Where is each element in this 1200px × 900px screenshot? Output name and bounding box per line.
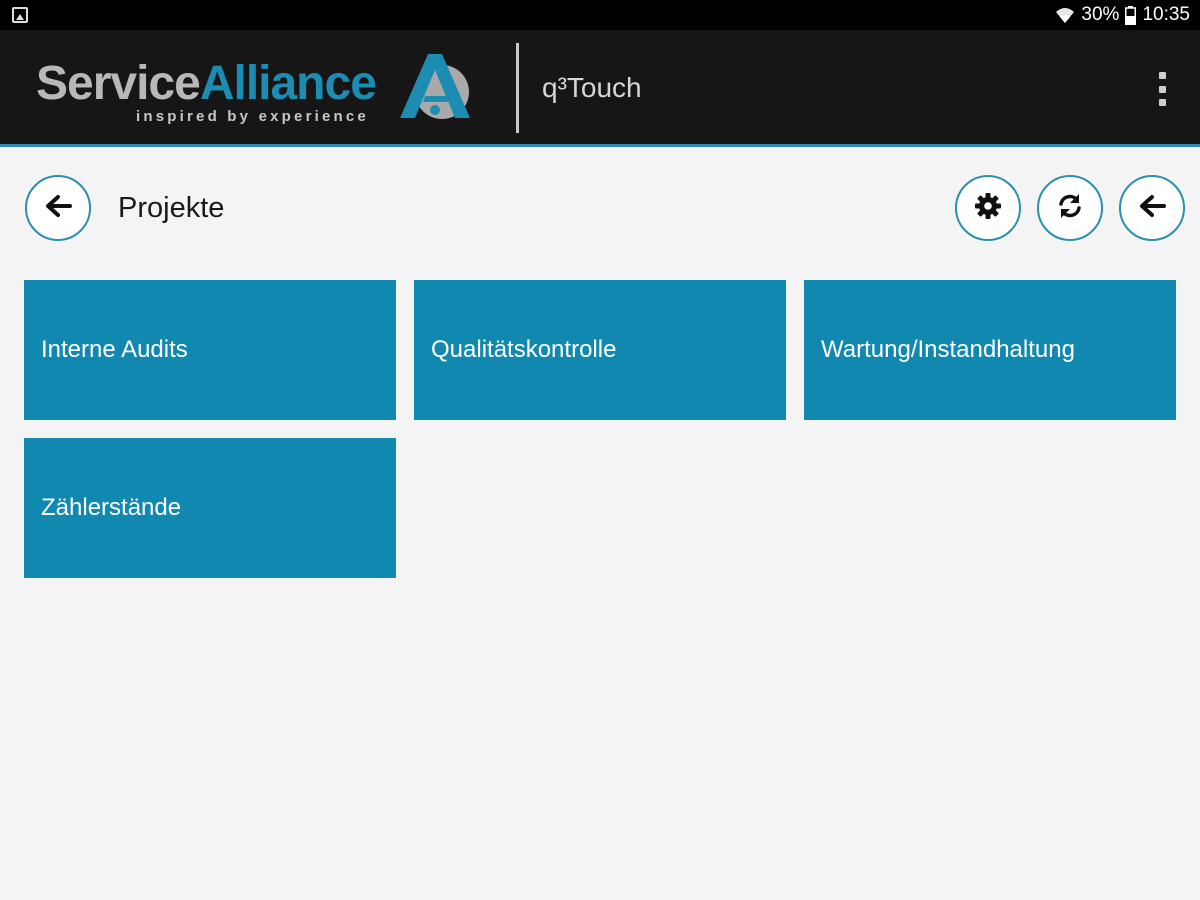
logo-tagline: inspired by experience (136, 108, 369, 125)
logo-word-service: Service (36, 57, 201, 110)
refresh-button[interactable] (1037, 175, 1103, 241)
logo-wordmark: ServiceAlliance (36, 56, 377, 111)
logo-mark-icon (398, 52, 480, 125)
battery-icon (1125, 5, 1137, 25)
arrow-left-icon (1138, 194, 1166, 223)
gear-icon (974, 192, 1002, 225)
logo-word-alliance: Alliance (199, 57, 377, 110)
tile-label: Interne Audits (41, 336, 188, 363)
app-name: q³Touch (542, 72, 642, 103)
tile-label: Wartung/Instandhaltung (821, 336, 1075, 363)
logout-back-button[interactable] (1119, 175, 1185, 241)
tile-interne-audits[interactable]: Interne Audits (24, 280, 396, 420)
refresh-icon (1056, 192, 1084, 225)
gallery-icon (12, 7, 28, 23)
tile-qualitaetskontrolle[interactable]: Qualitätskontrolle (414, 280, 786, 420)
status-bar: 30% 10:35 (0, 0, 1200, 30)
app-bar-divider (516, 43, 519, 133)
back-button[interactable] (25, 175, 91, 241)
battery-percent: 30% (1081, 4, 1120, 25)
tile-label: Qualitätskontrolle (431, 336, 617, 363)
clock: 10:35 (1142, 4, 1190, 25)
tile-wartung-instandhaltung[interactable]: Wartung/Instandhaltung (804, 280, 1176, 420)
arrow-left-icon (44, 194, 72, 223)
wifi-icon (1055, 6, 1075, 24)
app-bar: ServiceAlliance inspired by experience q… (0, 30, 1200, 147)
page-title: Projekte (118, 192, 225, 224)
tile-zaehlerstaende[interactable]: Zählerstände (24, 438, 396, 578)
overflow-menu-icon[interactable] (1150, 72, 1174, 106)
settings-button[interactable] (955, 175, 1021, 241)
service-alliance-logo: ServiceAlliance inspired by experience (36, 52, 486, 132)
tile-label: Zählerstände (41, 494, 182, 521)
